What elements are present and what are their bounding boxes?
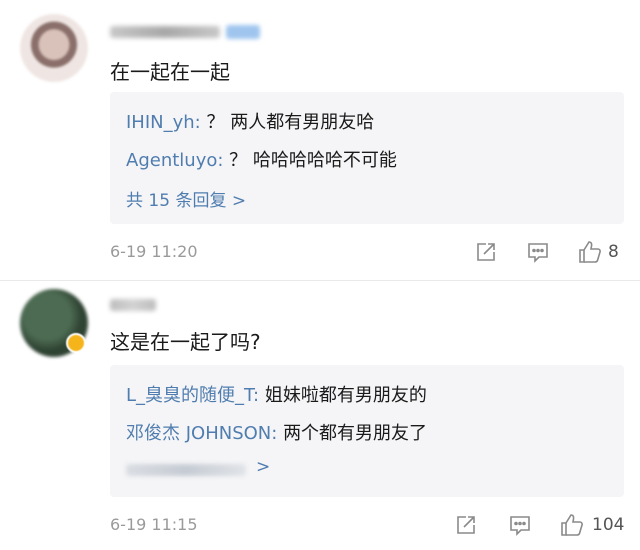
reply-item[interactable]: IHIN_yh: ？ 两人都有男朋友哈 <box>126 108 374 134</box>
like-count: 8 <box>608 242 619 262</box>
reply-item[interactable]: L_臭臭的随便_T: 姐妹啦都有男朋友的 <box>126 381 427 407</box>
reply-author[interactable]: Agentluyo: <box>126 150 223 171</box>
reply-box[interactable]: IHIN_yh: ？ 两人都有男朋友哈 Agentluyo: ？ 哈哈哈哈哈不可… <box>110 92 624 224</box>
more-replies-chevron[interactable]: > <box>256 457 270 477</box>
comment-icon[interactable] <box>524 238 552 266</box>
reply-author[interactable]: L_臭臭的随便_T: <box>126 385 259 406</box>
reply-box[interactable]: L_臭臭的随便_T: 姐妹啦都有男朋友的 邓俊杰 JOHNSON: 两个都有男朋… <box>110 365 624 497</box>
thumbs-up-icon[interactable] <box>558 511 586 539</box>
like-count: 104 <box>592 515 625 535</box>
reply-text: ？ 两人都有男朋友哈 <box>206 112 375 133</box>
comment-footer: 6-19 11:15 104 <box>110 511 624 541</box>
avatar[interactable] <box>20 14 88 82</box>
vip-badge-icon <box>226 25 260 39</box>
comment-footer: 6-19 11:20 8 <box>110 238 624 268</box>
reply-item[interactable]: Agentluyo: ？ 哈哈哈哈哈不可能 <box>126 146 397 172</box>
reply-item[interactable]: 邓俊杰 JOHNSON: 两个都有男朋友了 <box>126 419 427 445</box>
comment-text: 这是在一起了吗? <box>110 330 261 354</box>
username-redacted[interactable] <box>110 26 220 38</box>
share-icon[interactable] <box>472 238 500 266</box>
username-redacted[interactable] <box>110 299 156 311</box>
comment-item: 在一起在一起 IHIN_yh: ？ 两人都有男朋友哈 Agentluyo: ？ … <box>0 0 640 280</box>
more-replies-redacted[interactable] <box>126 464 246 476</box>
verified-badge-icon <box>66 333 86 353</box>
timestamp: 6-19 11:20 <box>110 242 198 261</box>
reply-author[interactable]: 邓俊杰 JOHNSON: <box>126 423 277 444</box>
comment-icon[interactable] <box>506 511 534 539</box>
comment-text: 在一起在一起 <box>110 60 230 84</box>
comment-item: 这是在一起了吗? L_臭臭的随便_T: 姐妹啦都有男朋友的 邓俊杰 JOHNSO… <box>0 281 640 550</box>
reply-text: ？ 哈哈哈哈哈不可能 <box>229 150 397 171</box>
reply-author[interactable]: IHIN_yh: <box>126 112 201 133</box>
share-icon[interactable] <box>452 511 480 539</box>
timestamp: 6-19 11:15 <box>110 515 198 534</box>
reply-text: 两个都有男朋友了 <box>283 423 428 444</box>
reply-text: 姐妹啦都有男朋友的 <box>264 385 427 406</box>
more-replies-link[interactable]: 共 15 条回复 > <box>126 186 246 211</box>
thumbs-up-icon[interactable] <box>576 238 604 266</box>
